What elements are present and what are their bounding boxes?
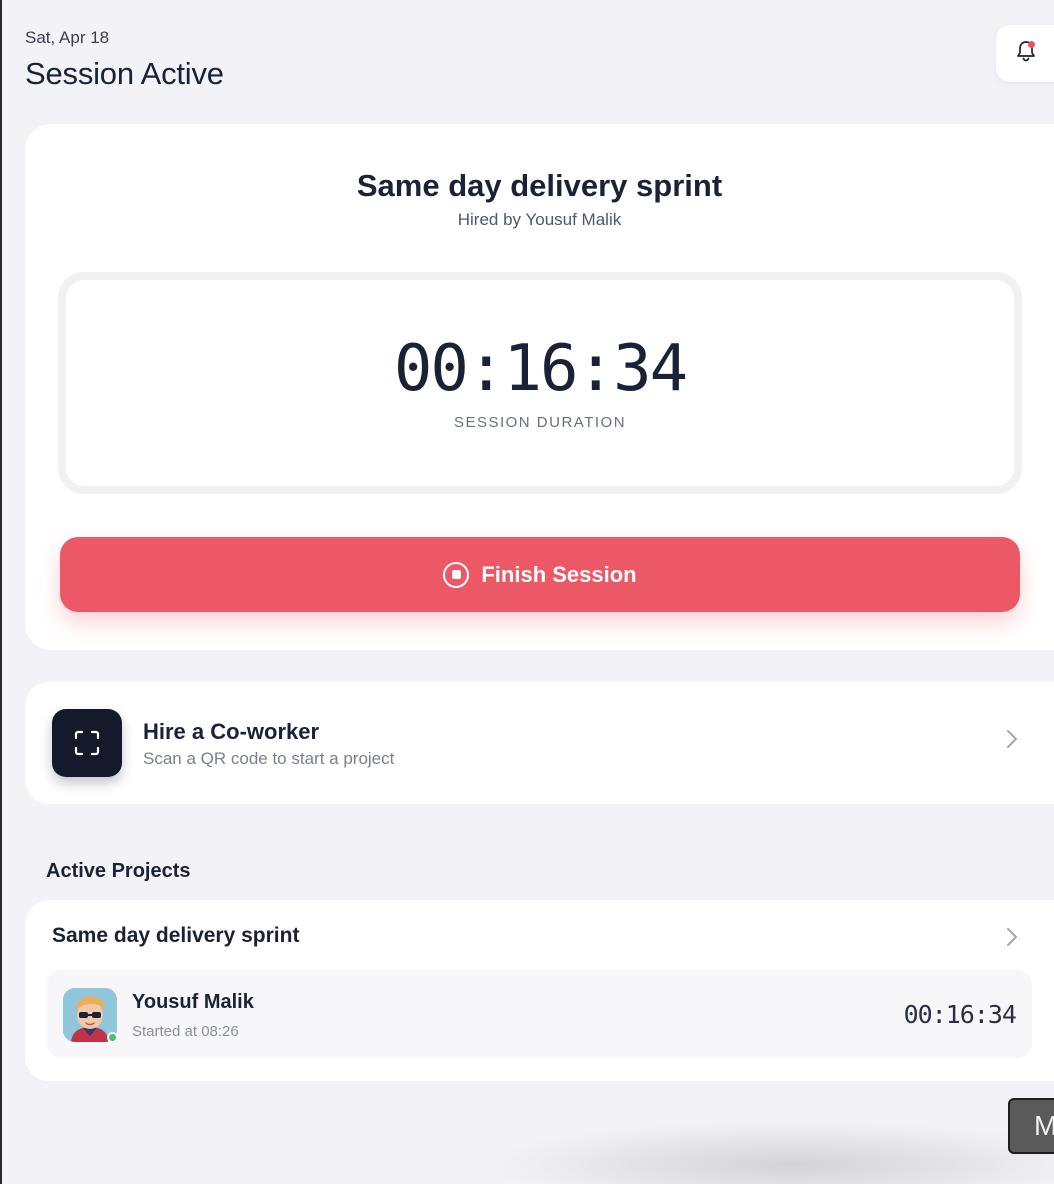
session-timer-label: SESSION DURATION xyxy=(453,414,627,431)
scan-frame-icon xyxy=(52,709,122,777)
worker-name: Yousuf Malik xyxy=(132,991,254,1013)
finish-session-label: Finish Session xyxy=(481,561,637,587)
session-project-title: Same day delivery sprint xyxy=(356,168,723,203)
chevron-right-icon xyxy=(1005,726,1019,757)
hire-coworker-card[interactable]: Hire a Co-worker Scan a QR code to start… xyxy=(25,682,1054,804)
online-status-indicator xyxy=(107,1032,118,1043)
worker-elapsed-time: 00:16:34 xyxy=(903,1000,1017,1029)
hire-coworker-subtitle: Scan a QR code to start a project xyxy=(143,749,395,768)
active-projects-heading: Active Projects xyxy=(46,860,191,882)
worker-row[interactable]: Yousuf Malik Started at 08:26 00:16:34 xyxy=(47,970,1032,1058)
session-hired-by: Hired by Yousuf Malik xyxy=(457,210,622,229)
chevron-right-icon[interactable] xyxy=(1005,924,1019,955)
notification-badge xyxy=(1028,41,1035,48)
floating-m-button[interactable]: M xyxy=(1008,1098,1054,1154)
bottom-shadow xyxy=(482,1120,1054,1184)
active-project-name: Same day delivery sprint xyxy=(52,924,300,947)
hire-coworker-title: Hire a Co-worker xyxy=(143,719,320,744)
app-screen: Sat, Apr 18 Session Active Same day deli… xyxy=(0,0,1054,1184)
active-project-card[interactable]: Same day delivery sprint Yousuf Malik St… xyxy=(25,900,1054,1081)
worker-start-time: Started at 08:26 xyxy=(132,1023,239,1040)
finish-session-button[interactable]: Finish Session xyxy=(60,537,1020,612)
session-timer: 00:16:34 xyxy=(393,332,688,406)
notifications-button[interactable] xyxy=(996,25,1054,82)
stop-circle-icon xyxy=(443,561,470,588)
current-date: Sat, Apr 18 xyxy=(25,28,110,47)
page-title: Session Active xyxy=(25,56,224,91)
active-session-card: Same day delivery sprint Hired by Yousuf… xyxy=(25,124,1054,650)
timer-panel: 00:16:34 SESSION DURATION xyxy=(58,272,1022,494)
